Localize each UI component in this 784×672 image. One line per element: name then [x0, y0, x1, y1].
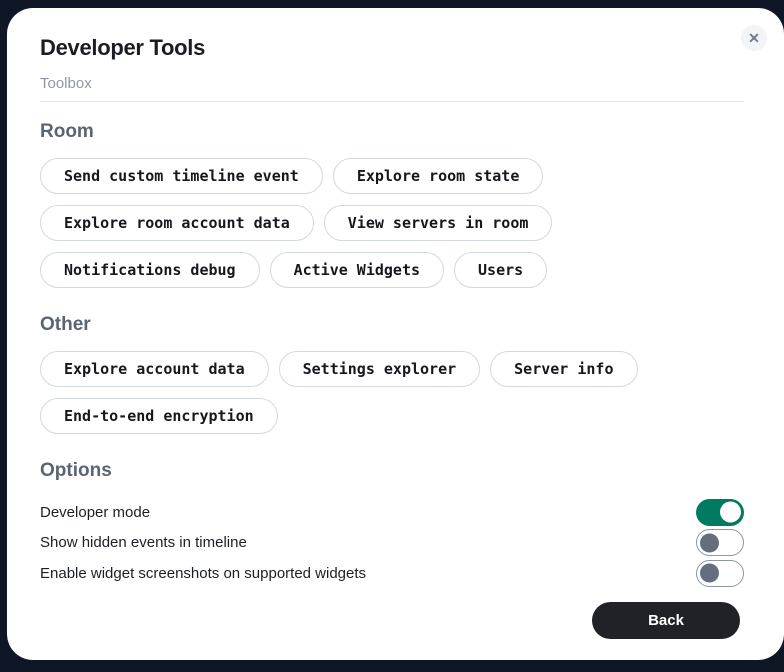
section-heading-options: Options	[40, 460, 744, 482]
options-toggle-list: Developer mode Show hidden events in time…	[40, 497, 744, 589]
tool-button-notifications-debug[interactable]: Notifications debug	[40, 252, 260, 288]
option-row-show-hidden-events-in-timeline: Show hidden events in timeline	[40, 528, 744, 559]
tool-button-explore-room-state[interactable]: Explore room state	[333, 158, 544, 194]
toggle-switch-show-hidden-events-in-timeline[interactable]	[696, 529, 744, 556]
tool-button-view-servers-in-room[interactable]: View servers in room	[324, 205, 553, 241]
dialog-title: Developer Tools	[40, 35, 744, 61]
toggle-switch-developer-mode[interactable]	[696, 499, 744, 526]
toggle-knob	[720, 502, 741, 523]
dialog-subtitle: Toolbox	[40, 75, 744, 92]
section-room: Room Send custom timeline event Explore ro…	[40, 121, 744, 288]
dialog-footer: Back	[592, 602, 740, 639]
section-other: Other Explore account data Settings explor…	[40, 314, 744, 434]
option-label: Enable widget screenshots on supported w…	[40, 565, 366, 582]
close-icon: ✕	[748, 25, 760, 51]
toggle-switch-enable-widget-screenshots-on-supported-widgets[interactable]	[696, 560, 744, 587]
option-row-developer-mode: Developer mode	[40, 497, 744, 528]
developer-tools-dialog: ✕ Developer Tools Toolbox Room Send custo…	[7, 8, 784, 660]
subtitle-divider	[40, 101, 744, 102]
option-label: Developer mode	[40, 504, 150, 521]
tool-button-explore-account-data[interactable]: Explore account data	[40, 351, 269, 387]
tool-button-active-widgets[interactable]: Active Widgets	[270, 252, 444, 288]
tool-button-explore-room-account-data[interactable]: Explore room account data	[40, 205, 314, 241]
toggle-knob	[700, 564, 719, 583]
button-group-other: Explore account data Settings explorerSer…	[40, 351, 744, 434]
option-label: Show hidden events in timeline	[40, 534, 247, 551]
tool-button-end-to-end-encryption[interactable]: End-to-end encryption	[40, 398, 278, 434]
tool-button-send-custom-timeline-event[interactable]: Send custom timeline event	[40, 158, 323, 194]
back-button[interactable]: Back	[592, 602, 740, 639]
tool-sections: Room Send custom timeline event Explore ro…	[40, 121, 744, 434]
section-heading-other: Other	[40, 314, 744, 336]
tool-button-settings-explorer[interactable]: Settings explorer	[279, 351, 481, 387]
tool-button-server-info[interactable]: Server info	[490, 351, 637, 387]
section-heading-room: Room	[40, 121, 744, 143]
tool-button-users[interactable]: Users	[454, 252, 547, 288]
button-group-room: Send custom timeline event Explore room s…	[40, 158, 744, 288]
option-row-enable-widget-screenshots-on-supported-widgets: Enable widget screenshots on supported w…	[40, 558, 744, 589]
close-button[interactable]: ✕	[741, 25, 767, 51]
toggle-knob	[700, 533, 719, 552]
